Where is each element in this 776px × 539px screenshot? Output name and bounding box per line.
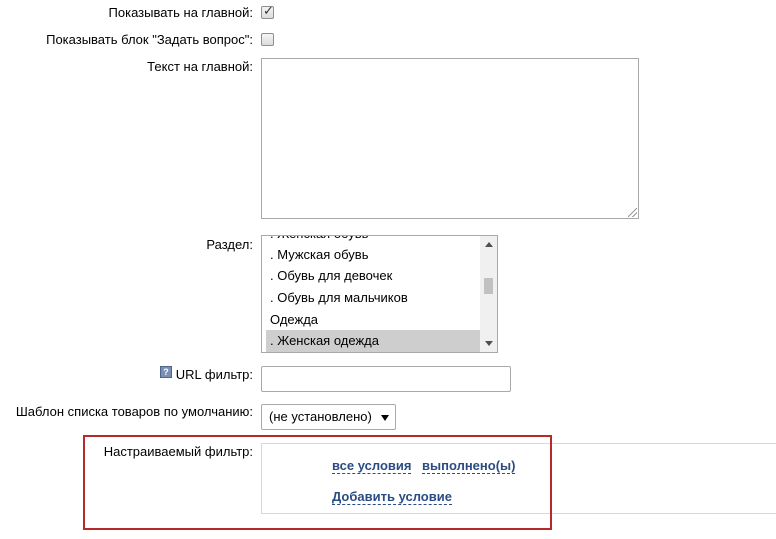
template-select-value: (не установлено)	[269, 409, 372, 424]
url-filter-input[interactable]	[261, 366, 511, 392]
section-option[interactable]: Одежда	[266, 309, 480, 331]
main-text-textarea[interactable]	[261, 58, 639, 219]
template-label: Шаблон списка товаров по умолчанию:	[15, 404, 253, 419]
scroll-up-icon[interactable]	[485, 242, 493, 247]
section-option[interactable]: . Обувь для девочек	[266, 265, 480, 287]
section-option-selected[interactable]: . Женская одежда	[266, 330, 480, 352]
show-question-block-label: Показывать блок "Задать вопрос":	[46, 32, 253, 47]
show-on-main-label: Показывать на главной:	[108, 5, 253, 20]
section-label: Раздел:	[206, 237, 253, 252]
scroll-thumb[interactable]	[484, 278, 493, 294]
checkmark-icon: ✓	[263, 4, 274, 19]
chevron-down-icon	[381, 415, 389, 421]
section-listbox[interactable]: . Женская обувь . Мужская обувь . Обувь …	[261, 235, 498, 353]
section-scrollbar[interactable]	[480, 236, 497, 352]
scroll-down-icon[interactable]	[485, 341, 493, 346]
highlight-frame	[83, 435, 552, 530]
main-text-label: Текст на главной:	[147, 59, 253, 74]
resize-grip-icon[interactable]	[628, 208, 637, 217]
question-icon[interactable]: ?	[160, 366, 172, 378]
show-question-block-checkbox[interactable]	[261, 33, 274, 46]
section-option[interactable]: . Мужская обувь	[266, 244, 480, 266]
template-select[interactable]: (не установлено)	[261, 404, 396, 430]
section-option[interactable]: . Обувь для мальчиков	[266, 287, 480, 309]
url-filter-label: URL фильтр:	[175, 367, 253, 382]
show-on-main-checkbox[interactable]: ✓	[261, 4, 274, 19]
